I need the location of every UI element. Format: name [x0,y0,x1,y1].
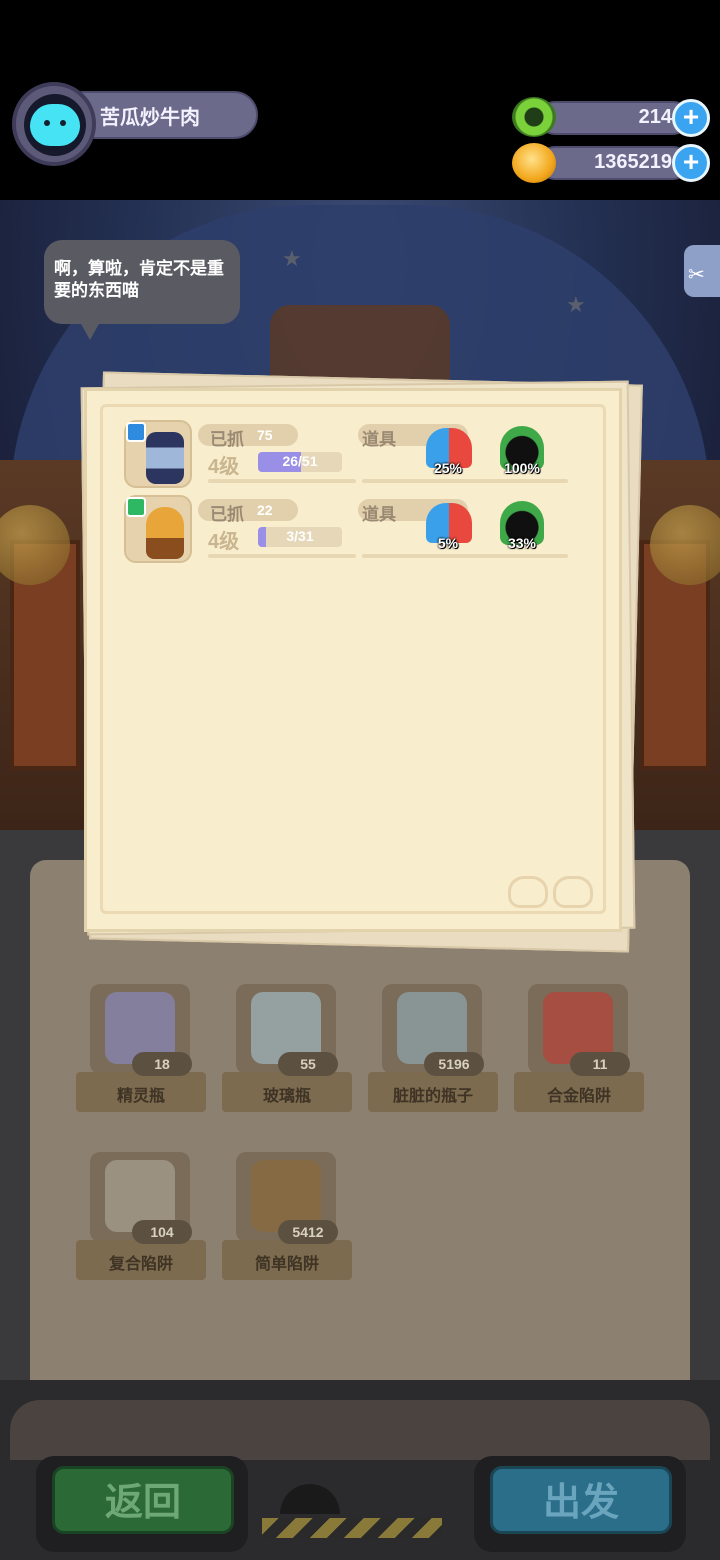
item-percent: 5% [437,535,459,551]
caught-count: 22 [257,502,273,518]
inventory-name: 简单陷阱 [254,1256,319,1273]
item-slot[interactable]: 33% [496,501,548,551]
divider [208,479,356,483]
blue-rank-hexagon-icon [126,422,146,442]
creature-portrait[interactable] [124,420,192,488]
book-spine [10,1400,710,1460]
creature-portrait[interactable] [124,495,192,563]
depart-button[interactable]: 出发 [490,1466,672,1534]
cat-paw-decoration-icon [553,876,593,908]
star-decoration-icon: ★ [566,292,586,317]
add-gems-button[interactable]: + [672,99,710,137]
monkey-creature-icon [146,507,184,559]
caught-count: 75 [257,427,273,443]
scissors-icon: ✂ [688,264,705,286]
creature-level: 4级 [208,456,240,478]
divider [362,479,568,483]
police-creature-icon [146,432,184,484]
item-percent: 25% [433,460,463,476]
inventory-name: 合金陷阱 [546,1088,611,1105]
item-percent: 100% [504,460,540,476]
speech-bubble-text: 啊，算啦，肯定不是重要的东西喵 [54,259,224,300]
inventory-count: 104 [132,1220,192,1244]
creature-row[interactable]: 已抓 75 4级 26/51 道具 25% 100% [120,420,580,490]
creature-row[interactable]: 已抓 22 4级 3/31 道具 5% 33% [120,495,580,565]
gems-value: 214 [638,106,672,128]
items-label: 道具 [362,430,396,449]
caught-label: 已抓 [210,505,244,524]
right-bell-decoration [650,505,720,585]
xp-progress-text: 26/51 [282,453,318,469]
inventory-count: 18 [132,1052,192,1076]
item-slot[interactable]: 25% [422,426,474,476]
back-button[interactable]: 返回 [52,1466,234,1534]
divider [362,554,568,558]
creature-level: 4级 [208,531,240,553]
cat-paw-decoration-icon [508,876,548,908]
green-donut-icon [512,97,556,137]
item-slot[interactable]: 100% [496,426,548,476]
coins-value: 1365219 [594,151,672,173]
item-percent: 33% [507,535,537,551]
avatar[interactable] [24,94,86,156]
items-label: 道具 [362,505,396,524]
green-rank-hexagon-icon [126,497,146,517]
inventory-count: 11 [570,1052,630,1076]
item-slot[interactable]: 5% [422,501,474,551]
inventory-name: 脏脏的瓶子 [392,1088,473,1105]
caught-label: 已抓 [210,430,244,449]
gold-planet-coin-icon [512,143,556,183]
star-decoration-icon: ★ [282,246,302,271]
xp-progress-text: 3/31 [286,528,314,544]
add-coins-button[interactable]: + [672,144,710,182]
inventory-count: 55 [278,1052,338,1076]
player-name: 苦瓜炒牛肉 [100,107,200,129]
divider [208,554,356,558]
inventory-name: 玻璃瓶 [262,1088,311,1105]
hazard-stripe-decoration [262,1518,442,1538]
inventory-count: 5196 [424,1052,484,1076]
inventory-name: 精灵瓶 [116,1088,165,1105]
cat-face-icon [30,104,80,146]
inventory-name: 复合陷阱 [108,1256,173,1273]
inventory-count: 5412 [278,1220,338,1244]
